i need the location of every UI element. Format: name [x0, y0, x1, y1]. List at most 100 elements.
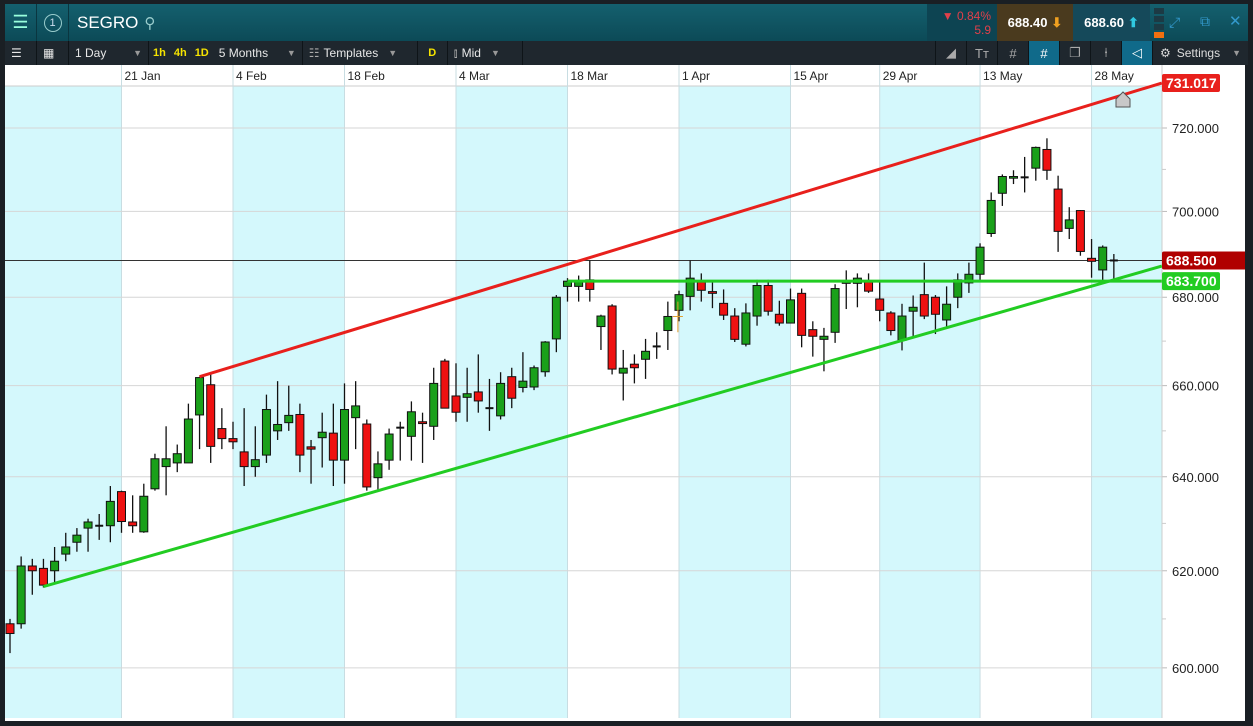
candle-up — [997, 176, 1007, 194]
y-tick-label: 640.000 — [1172, 470, 1219, 485]
candle-up — [641, 350, 651, 360]
change-percent: ▼ 0.84% — [941, 9, 991, 23]
candle-down — [1053, 188, 1063, 232]
x-tick-label: 15 Apr — [794, 69, 829, 83]
price-chart[interactable]: 21 Jan 4 Feb 18 Feb 4 Mar 18 Mar 1 Apr 15 Apr 2… — [5, 65, 1248, 721]
popout-icon[interactable]: ⧉ — [1200, 13, 1210, 30]
x-tick-label: 28 May — [1095, 69, 1134, 83]
candle-up — [384, 433, 394, 461]
sell-price: 688.40 — [1007, 15, 1048, 30]
y-tick-label: 620.000 — [1172, 564, 1219, 579]
week-band — [879, 86, 981, 718]
buy-price: 688.60 — [1084, 15, 1124, 30]
candle-up — [317, 431, 327, 439]
candle-down — [808, 329, 818, 337]
week-band — [679, 86, 791, 718]
text-size-icon[interactable]: Tт — [966, 41, 997, 65]
x-tick-label: 18 Mar — [571, 69, 608, 83]
y-tick-label: 700.000 — [1172, 204, 1219, 219]
candle-down — [1075, 210, 1085, 252]
candle-down — [418, 421, 428, 425]
indicator-icon[interactable]: ⍿ — [1090, 41, 1121, 65]
candle-down — [930, 296, 940, 315]
arrow-up-icon: ⬆ — [1127, 14, 1139, 30]
range-value: 5 Months — [218, 46, 269, 60]
candle-down — [730, 315, 740, 340]
symbol-title[interactable]: SEGRO — [77, 13, 138, 33]
candle-down — [1087, 257, 1097, 262]
price-label: 688.500 — [1166, 252, 1217, 268]
candle-up — [373, 463, 383, 479]
quick-interval-1d[interactable]: 1D — [191, 47, 213, 59]
candle-up — [975, 246, 985, 275]
candle-down — [217, 428, 227, 440]
grid-icon[interactable]: # — [997, 41, 1028, 65]
candles-icon: ⫾ — [453, 45, 458, 60]
y-tick-label: 720.000 — [1172, 121, 1219, 136]
chevron-down-icon: ▼ — [490, 48, 500, 58]
menu-button[interactable]: ☰ — [5, 4, 37, 41]
candle-up — [786, 299, 795, 324]
candle-up — [518, 380, 528, 388]
candle-up — [139, 495, 149, 533]
candle-down — [696, 281, 706, 291]
quick-interval-1h[interactable]: 1h — [149, 47, 170, 59]
interval-value: 1 Day — [75, 46, 107, 60]
candle-down — [719, 302, 729, 316]
sliders-icon: ☷ — [308, 46, 320, 60]
candle-down — [864, 281, 874, 292]
instrument-header: ☰ 1 SEGRO ⚲ ▼ 0.84% 5.9 688.40 ⬇ 688.60 ⬆ ⤢… — [5, 4, 1248, 41]
grid-edit-icon[interactable]: # — [1028, 41, 1059, 65]
price-type-select[interactable]: ⫾ Mid ▼ — [448, 41, 523, 65]
chart-number-button[interactable]: 1 — [37, 4, 69, 41]
label-tag-icon[interactable]: ◁ — [1121, 41, 1152, 65]
candle-down — [473, 391, 483, 402]
candle-up — [942, 303, 952, 321]
week-band — [1091, 86, 1162, 718]
candle-down — [774, 313, 784, 324]
candle-up — [1098, 246, 1108, 271]
list-icon[interactable]: ☰ — [5, 41, 37, 65]
candle-up — [83, 521, 93, 529]
window-border — [1245, 65, 1248, 721]
price-type-value: Mid — [461, 46, 481, 60]
candle-down — [629, 363, 639, 369]
quick-interval-4h[interactable]: 4h — [170, 47, 191, 59]
candle-up — [596, 315, 606, 328]
settings-button[interactable]: ⚙ Settings ▼ — [1152, 41, 1248, 65]
candle-up — [340, 409, 349, 461]
candle-up — [897, 315, 907, 341]
templates-label: Templates — [323, 46, 379, 60]
candle-up — [574, 281, 584, 287]
candle-up — [161, 458, 171, 468]
close-icon[interactable]: ✕ — [1229, 12, 1242, 30]
candle-up — [250, 459, 260, 468]
candle-up — [986, 199, 996, 234]
candle-up — [284, 414, 294, 424]
layout-icon[interactable]: ▦ — [37, 41, 69, 65]
candle-up — [183, 418, 193, 464]
candle-down — [362, 423, 372, 488]
buy-button[interactable]: 688.60 ⬆ — [1073, 4, 1150, 41]
templates-select[interactable]: ☷ Templates ▼ — [303, 41, 418, 65]
maximize-icon[interactable]: ⤢ — [1169, 14, 1180, 31]
candle-up — [741, 312, 751, 345]
x-tick-label: 1 Apr — [682, 69, 710, 83]
candle-up — [429, 382, 439, 427]
hamburger-icon: ☰ — [12, 12, 29, 32]
draw-line-icon[interactable]: ◢ — [935, 41, 966, 65]
candle-up — [496, 382, 506, 417]
interval-select[interactable]: 1 Day ▼ — [69, 41, 149, 65]
layers-icon[interactable]: ❐ — [1059, 41, 1090, 65]
x-tick-label: 13 May — [983, 69, 1022, 83]
candle-down — [440, 360, 450, 409]
range-select[interactable]: 5 Months ▼ — [213, 41, 303, 65]
candle-down — [206, 384, 216, 447]
d-label: D — [428, 47, 437, 59]
candle-up — [752, 285, 762, 317]
d-button[interactable]: D — [418, 41, 448, 65]
candle-up — [105, 500, 115, 527]
search-icon[interactable]: ⚲ — [144, 14, 155, 32]
sell-button[interactable]: 688.40 ⬇ — [997, 4, 1073, 41]
candle-down — [117, 491, 126, 523]
